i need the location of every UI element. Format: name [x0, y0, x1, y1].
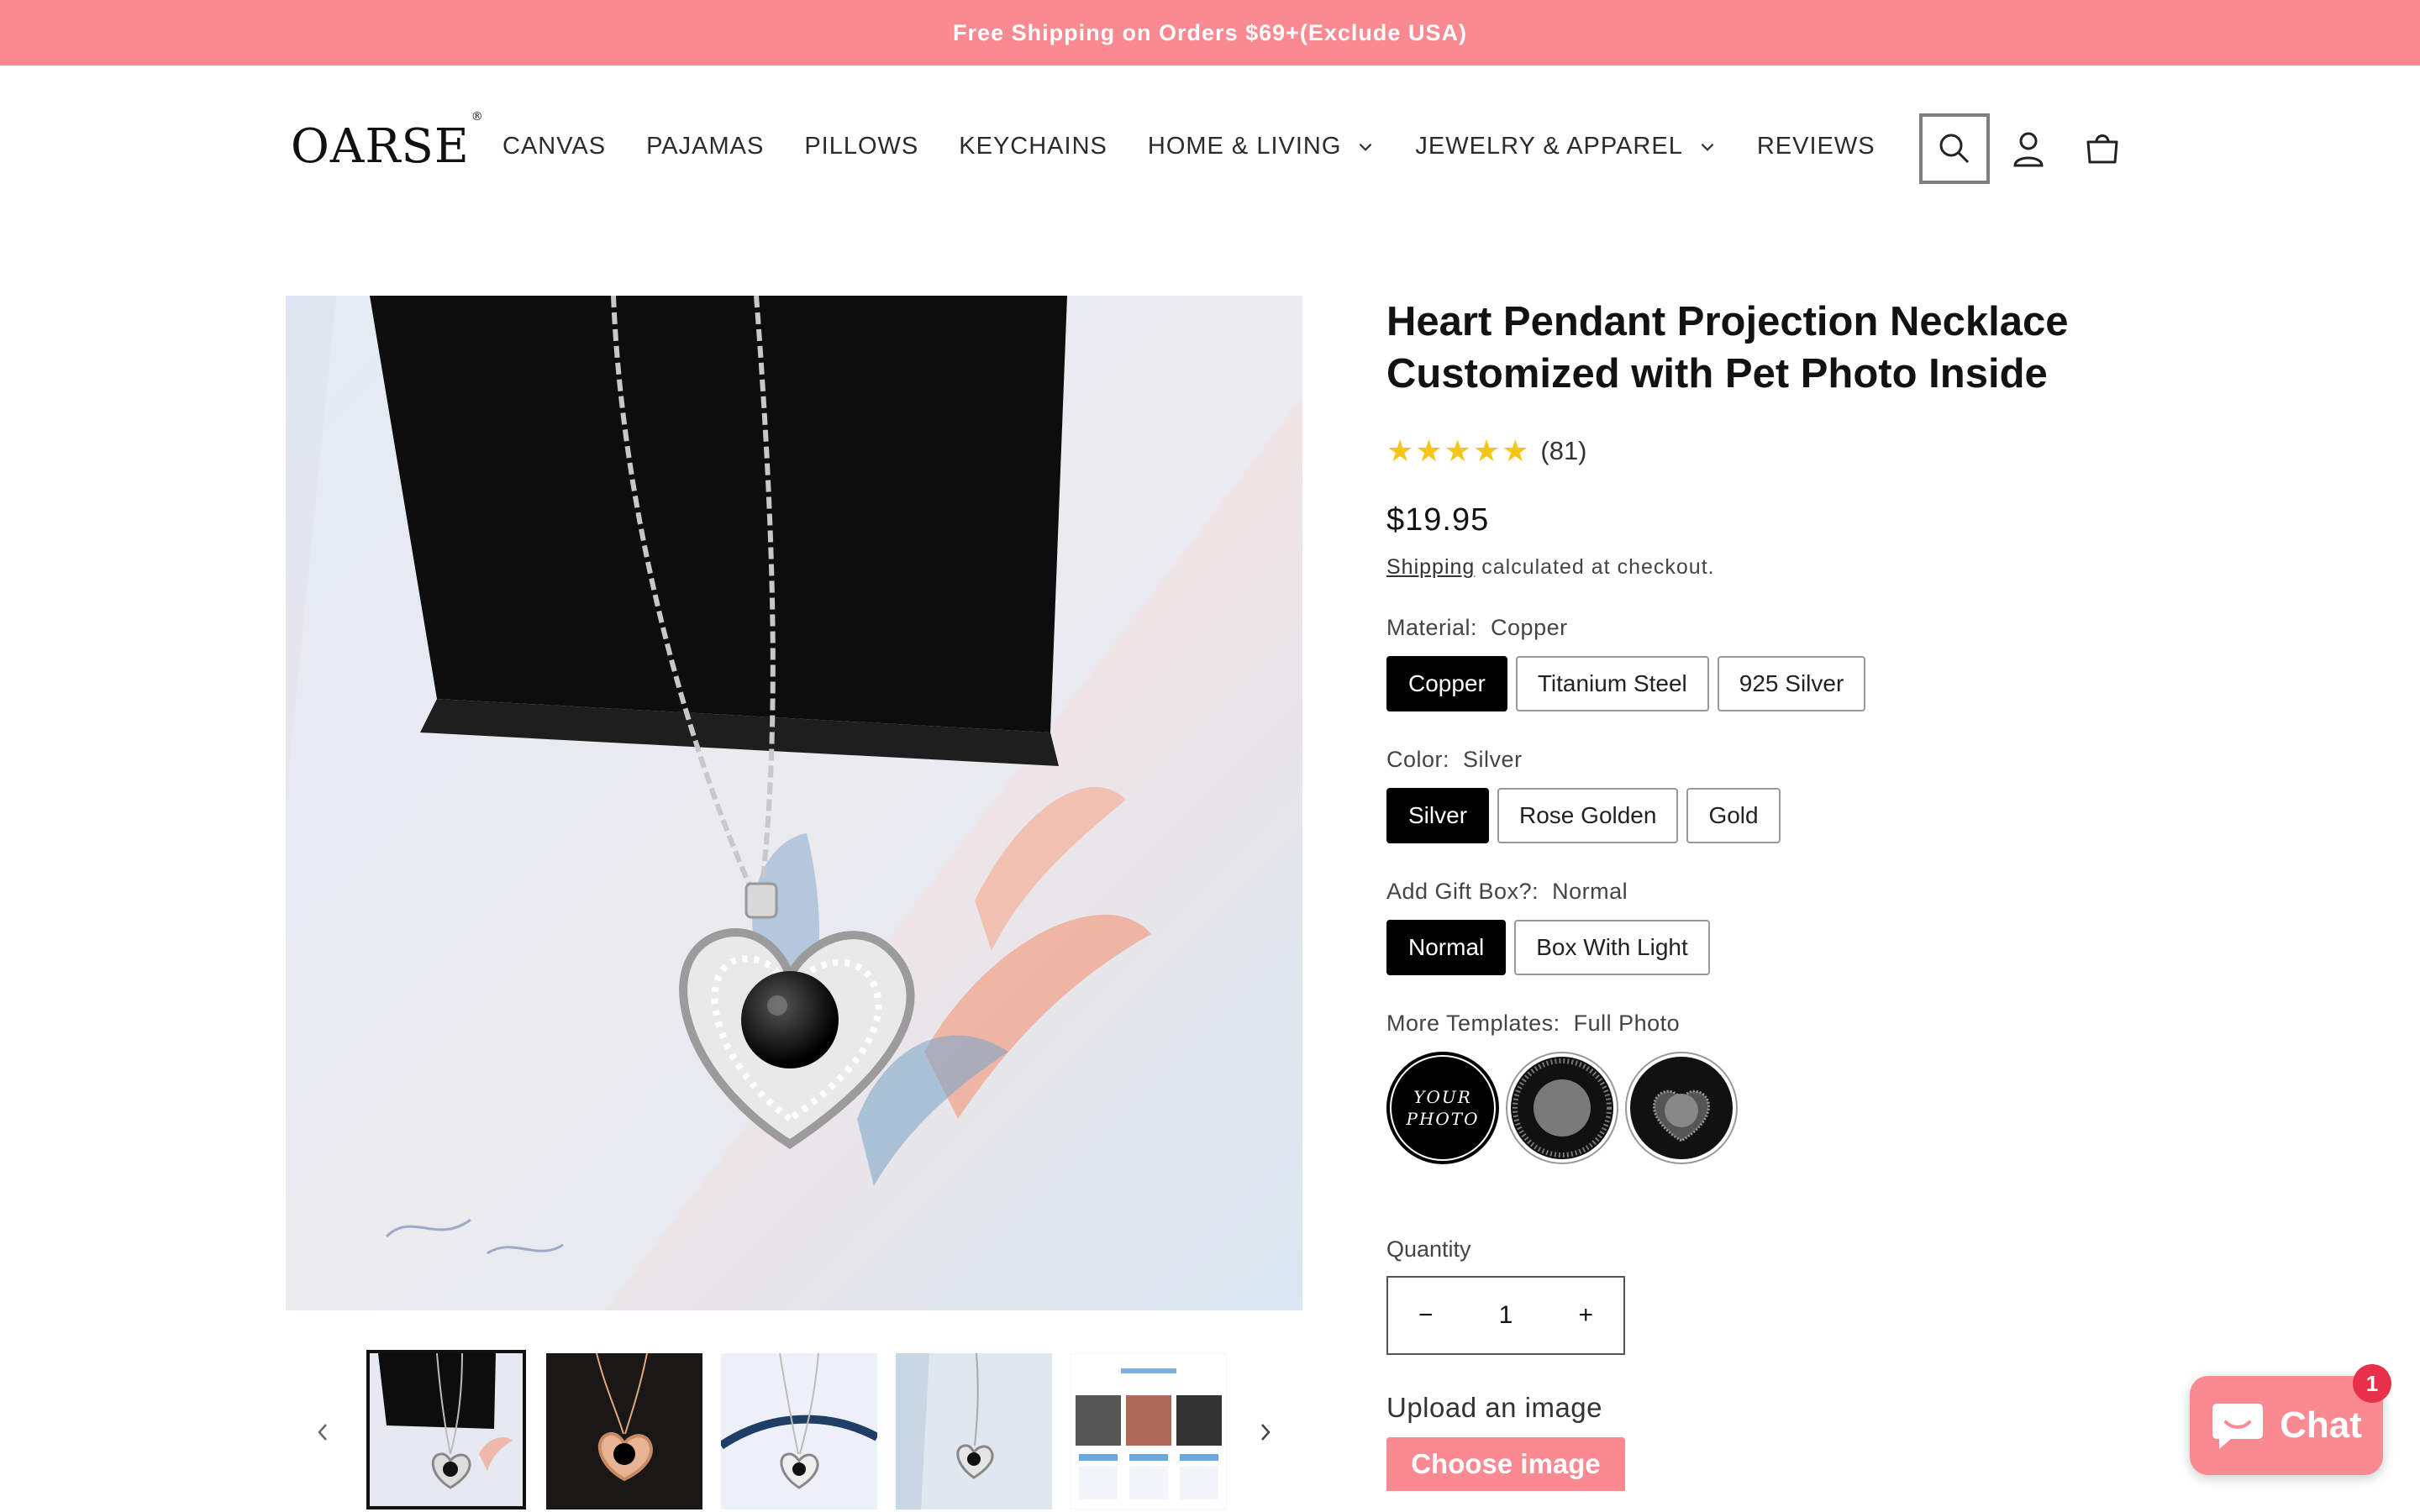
site-header: OARSE® CANVAS PAJAMAS PILLOWS KEYCHAINS … [0, 66, 2420, 234]
header-icons [1919, 113, 2141, 184]
quantity-decrease-button[interactable]: − [1418, 1301, 1434, 1330]
chevron-left-icon [318, 1424, 327, 1441]
nav-pillows[interactable]: PILLOWS [804, 133, 918, 160]
chevron-right-icon [1261, 1424, 1270, 1441]
search-icon [1939, 134, 1970, 164]
template-swatch-text: YOUR PHOTO [1392, 1057, 1494, 1159]
upload-label: Upload an image [1386, 1392, 1602, 1423]
option-selected-value: Full Photo [1573, 1011, 1681, 1036]
nav-pajamas[interactable]: PAJAMAS [646, 133, 764, 160]
account-icon [2013, 132, 2044, 167]
thumbnail-image [546, 1353, 702, 1509]
nav-label: KEYCHAINS [959, 133, 1107, 160]
color-option-rose-golden[interactable]: Rose Golden [1497, 788, 1679, 843]
option-label: Material: [1386, 615, 1478, 640]
nav-canvas[interactable]: CANVAS [502, 133, 606, 160]
color-option-gold[interactable]: Gold [1686, 788, 1781, 843]
material-option-copper[interactable]: Copper [1386, 656, 1507, 711]
template-options: YOUR PHOTO [1386, 1052, 2143, 1164]
thumbnail-5[interactable] [1071, 1353, 1227, 1509]
nav-jewelry-apparel[interactable]: JEWELRY & APPAREL [1415, 133, 1716, 160]
option-label: More Templates: [1386, 1011, 1560, 1036]
product-rating[interactable]: ★★★★★ (81) [1386, 433, 2143, 469]
chat-bubble-icon [2212, 1404, 2264, 1449]
announcement-text: Free Shipping on Orders $69+(Exclude USA… [953, 19, 1467, 45]
thumbnail-image [896, 1353, 1052, 1509]
template-option-3[interactable] [1625, 1052, 1738, 1164]
option-selected-value: Copper [1491, 615, 1568, 640]
template-option-2[interactable] [1506, 1052, 1618, 1164]
templates-label: More Templates: Full Photo [1386, 1011, 2143, 1037]
gift-box-label: Add Gift Box?: Normal [1386, 879, 2143, 905]
brand-mark: ® [471, 110, 484, 124]
color-options: Silver Rose Golden Gold [1386, 788, 2143, 843]
thumbnail-image [370, 1353, 523, 1506]
main-nav: CANVAS PAJAMAS PILLOWS KEYCHAINS HOME & … [502, 133, 1916, 160]
color-label: Color: Silver [1386, 747, 2143, 773]
material-option-925-silver[interactable]: 925 Silver [1717, 656, 1866, 711]
star-rating-icon: ★★★★★ [1386, 433, 1531, 468]
quantity-input[interactable]: 1 [1499, 1301, 1513, 1330]
nav-label: JEWELRY & APPAREL [1415, 133, 1683, 160]
account-button[interactable] [1993, 113, 2064, 184]
chevron-down-icon [1360, 143, 1372, 151]
shipping-note: Shipping calculated at checkout. [1386, 555, 2143, 580]
thumbnail-image [721, 1353, 877, 1509]
announcement-bar: Free Shipping on Orders $69+(Exclude USA… [0, 0, 2420, 66]
thumbnail-2[interactable] [546, 1353, 702, 1509]
brand-logo[interactable]: OARSE® [291, 110, 483, 174]
slider-next-button[interactable] [1249, 1415, 1282, 1449]
choose-image-button[interactable]: Choose image [1386, 1437, 1625, 1491]
necklace-photo [286, 296, 1302, 1310]
nav-keychains[interactable]: KEYCHAINS [959, 133, 1107, 160]
nav-label: PAJAMAS [646, 133, 765, 160]
material-label: Material: Copper [1386, 615, 2143, 641]
thumbnail-slider [286, 1348, 1302, 1512]
template-swatch-image [1511, 1057, 1613, 1159]
quantity-label: Quantity [1386, 1236, 1471, 1262]
option-selected-value: Normal [1552, 879, 1628, 904]
material-option-titanium-steel[interactable]: Titanium Steel [1515, 656, 1709, 711]
gift-box-option-normal[interactable]: Normal [1386, 920, 1507, 975]
quantity-stepper: − 1 + [1386, 1276, 1625, 1355]
nav-label: REVIEWS [1756, 133, 1876, 160]
product-main-image[interactable] [286, 296, 1302, 1310]
material-options: Copper Titanium Steel 925 Silver [1386, 656, 2143, 711]
nav-label: CANVAS [502, 133, 607, 160]
nav-home-living[interactable]: HOME & LIVING [1148, 133, 1376, 160]
gift-box-option-box-with-light[interactable]: Box With Light [1514, 920, 1710, 975]
thumbnail-image [1071, 1353, 1227, 1509]
color-option-silver[interactable]: Silver [1386, 788, 1490, 843]
option-label: Color: [1386, 747, 1450, 772]
product-info: Heart Pendant Projection Necklace Custom… [1386, 296, 2143, 1491]
product-price: $19.95 [1386, 502, 1490, 538]
cart-icon [2086, 134, 2118, 164]
option-selected-value: Silver [1463, 747, 1523, 772]
nav-label: HOME & LIVING [1147, 133, 1342, 160]
thumbnail-3[interactable] [721, 1353, 877, 1509]
thumbnail-4[interactable] [896, 1353, 1052, 1509]
slider-prev-button[interactable] [306, 1415, 339, 1449]
nav-reviews[interactable]: REVIEWS [1757, 133, 1876, 160]
option-label: Add Gift Box?: [1386, 879, 1539, 904]
chat-label: Chat [2280, 1404, 2362, 1446]
chat-notification-badge: 1 [2353, 1364, 2391, 1403]
thumbnail-1[interactable] [366, 1350, 526, 1509]
brand-name: OARSE [291, 119, 470, 174]
nav-label: PILLOWS [804, 133, 919, 160]
shipping-text: calculated at checkout. [1475, 555, 1715, 579]
chevron-down-icon [1701, 143, 1714, 151]
template-swatch-image [1630, 1057, 1733, 1159]
product-title: Heart Pendant Projection Necklace Custom… [1386, 299, 2069, 396]
cart-button[interactable] [2067, 113, 2138, 184]
shipping-link[interactable]: Shipping [1386, 555, 1475, 579]
quantity-increase-button[interactable]: + [1578, 1301, 1593, 1330]
gift-box-options: Normal Box With Light [1386, 920, 2143, 975]
search-button[interactable] [1919, 113, 1990, 184]
rating-count: (81) [1540, 436, 1587, 465]
template-option-full-photo[interactable]: YOUR PHOTO [1386, 1052, 1499, 1164]
